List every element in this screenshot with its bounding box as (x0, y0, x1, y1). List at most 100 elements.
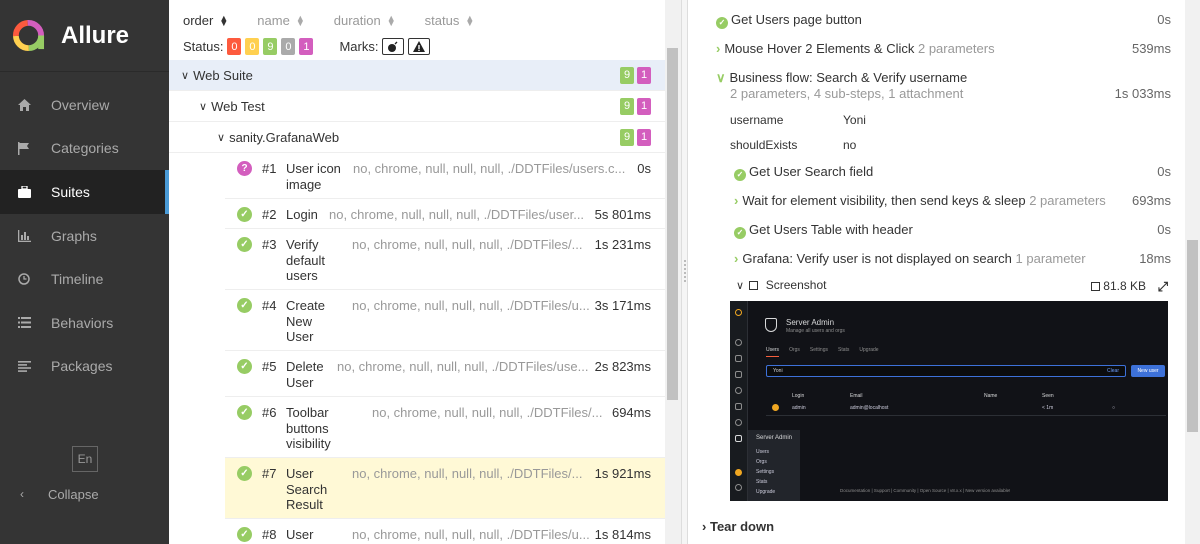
chevron-down-icon: ∨ (199, 100, 208, 113)
tree-group-web-suite[interactable]: ∨ Web Suite 9 1 (169, 60, 665, 91)
test-number: #7 (262, 466, 277, 481)
step-label: Wait for element visibility, then send k… (742, 193, 1026, 208)
status-filter-broken[interactable]: 0 (245, 38, 260, 55)
sort-arrows-icon: ▲ ▼ (386, 12, 396, 28)
collapse-button[interactable]: ‹ Collapse (0, 480, 99, 508)
attachment-screenshot[interactable]: ∨ Screenshot (736, 278, 826, 292)
mark-new-failed-button[interactable] (408, 38, 431, 55)
passed-status-icon: ✓ (734, 226, 746, 239)
chevron-right-icon: › (734, 193, 739, 208)
detail-pane: ✓ Get Users page button 0s › Mouse Hover 2… (688, 0, 1200, 544)
sort-arrows-icon: ▲ ▼ (295, 12, 305, 28)
step-get-user-search[interactable]: ✓ Get User Search field (734, 164, 873, 181)
test-row[interactable]: ✓ #5 Delete User no, chrome, null, null,… (225, 351, 665, 397)
step-label: Business flow: Search & Verify username (729, 70, 968, 85)
test-number: #2 (262, 207, 277, 222)
mark-flaky-button[interactable] (382, 38, 405, 55)
test-row-selected[interactable]: ✓ #7 User Search Result no, chrome, null… (225, 458, 665, 519)
step-duration: 18ms (1139, 251, 1171, 266)
grafana-tabs: Users Orgs Settings Stats Upgrade (766, 347, 879, 357)
sort-order[interactable]: order ▲ ▼ (183, 13, 228, 28)
step-business-flow[interactable]: ∨ Business flow: Search & Verify username (716, 70, 967, 86)
sort-name[interactable]: name ▲ ▼ (257, 13, 304, 28)
sort-duration[interactable]: duration ▲ ▼ (334, 13, 396, 28)
step-wait-visibility[interactable]: › Wait for element visibility, then send … (734, 193, 1106, 208)
sidebar: Allure Overview Categories Suites Graphs (0, 0, 169, 544)
status-filter-failed[interactable]: 0 (227, 38, 242, 55)
sort-status[interactable]: status ▲ ▼ (425, 13, 475, 28)
passed-status-icon: ✓ (237, 298, 252, 313)
tree-group-grafana-web[interactable]: ∨ sanity.GrafanaWeb 9 1 (169, 122, 665, 153)
help-icon (735, 484, 742, 491)
grafana-menu-item: Stats (756, 479, 768, 485)
sidebar-item-label: Timeline (51, 271, 104, 288)
status-filter-passed[interactable]: 9 (263, 38, 278, 55)
divider (766, 415, 1166, 416)
grafana-row-seen: < 1m (1042, 405, 1054, 411)
attachment-screenshot-image: Server Admin Manage all users and orgs U… (730, 301, 1168, 501)
save-icon[interactable] (1091, 282, 1101, 291)
attachment-size-value: 81.8 KB (1103, 279, 1146, 293)
shield-icon: ○ (1112, 405, 1116, 411)
step-grafana-verify[interactable]: › Grafana: Verify user is not displayed o… (734, 251, 1086, 266)
sidebar-item-suites[interactable]: Suites (0, 170, 169, 214)
chevron-right-icon: › (716, 41, 721, 56)
expand-icon[interactable]: ⤢ (1158, 279, 1168, 295)
sidebar-item-packages[interactable]: Packages (0, 345, 169, 389)
teardown-section[interactable]: › Tear down (702, 519, 774, 534)
step-get-users-table[interactable]: ✓ Get Users Table with header (734, 222, 913, 239)
test-row[interactable]: ✓ #2 Login no, chrome, null, null, null,… (225, 199, 665, 229)
sidebar-item-graphs[interactable]: Graphs (0, 214, 169, 258)
param-key: username (730, 113, 784, 127)
sidebar-item-categories[interactable]: Categories (0, 127, 169, 171)
test-row[interactable]: ✓ #6 Toolbar buttons visibility no, chro… (225, 397, 665, 458)
grafana-col-seen: Seen (1042, 393, 1054, 399)
compass-icon (735, 387, 742, 394)
passed-status-icon: ✓ (237, 207, 252, 222)
marks-label: Marks: (339, 39, 379, 54)
pane-splitter[interactable] (681, 0, 688, 544)
grafana-tab-upgrade: Upgrade (859, 347, 879, 353)
test-name: Delete User (286, 359, 324, 390)
grafana-menu-item: Users (756, 449, 770, 455)
sort-bar: order ▲ ▼ name ▲ ▼ duration ▲ ▼ status ▲ ▼ (183, 13, 503, 28)
detail-scrollbar-thumb[interactable] (1187, 240, 1198, 432)
step-mouse-hover[interactable]: › Mouse Hover 2 Elements & Click 2 parame… (716, 41, 995, 56)
step-param-note: 2 parameters, 4 sub-steps, 1 attachment (730, 86, 964, 101)
grafana-tab-settings: Settings (809, 347, 828, 353)
sidebar-item-timeline[interactable]: Timeline (0, 257, 169, 301)
test-row[interactable]: ✓ #8 User no, chrome, null, null, null, … (225, 519, 665, 544)
step-label: Get Users Table with header (749, 222, 913, 237)
tree-group-web-test[interactable]: ∨ Web Test 9 1 (169, 91, 665, 122)
status-filter-skipped[interactable]: 0 (281, 38, 296, 55)
grafana-menu-item: Settings (756, 469, 775, 475)
grafana-tab-orgs: Orgs (789, 347, 800, 353)
test-duration: 3s 171ms (594, 298, 651, 313)
chevron-right-icon: › (702, 519, 707, 534)
unknown-status-icon: ? (237, 161, 252, 176)
group-counts: 9 1 (620, 128, 651, 146)
status-label: Status: (183, 39, 224, 54)
sidebar-item-behaviors[interactable]: Behaviors (0, 301, 169, 345)
gear-icon (735, 419, 742, 426)
passed-status-icon: ✓ (734, 168, 746, 181)
test-row[interactable]: ✓ #3 Verify default users no, chrome, nu… (225, 229, 665, 290)
app-name: Allure (61, 21, 130, 49)
passed-status-icon: ✓ (716, 16, 728, 29)
sidebar-item-label: Behaviors (51, 314, 114, 331)
search-icon (735, 339, 742, 346)
warning-icon (413, 41, 426, 52)
status-filter-unknown[interactable]: 1 (299, 38, 314, 55)
test-row[interactable]: ? #1 User icon image no, chrome, null, n… (225, 153, 665, 199)
step-get-users-page[interactable]: ✓ Get Users page button (716, 12, 862, 29)
passed-count-badge: 9 (620, 97, 634, 115)
sidebar-item-overview[interactable]: Overview (0, 83, 169, 127)
brand[interactable]: Allure (0, 0, 169, 72)
briefcase-icon (17, 185, 31, 199)
language-button[interactable]: En (72, 446, 98, 472)
collapse-label: Collapse (48, 486, 99, 502)
bomb-icon (388, 41, 398, 52)
tree-scrollbar-thumb[interactable] (667, 48, 678, 400)
avatar (735, 469, 742, 476)
test-row[interactable]: ✓ #4 Create New User no, chrome, null, n… (225, 290, 665, 351)
